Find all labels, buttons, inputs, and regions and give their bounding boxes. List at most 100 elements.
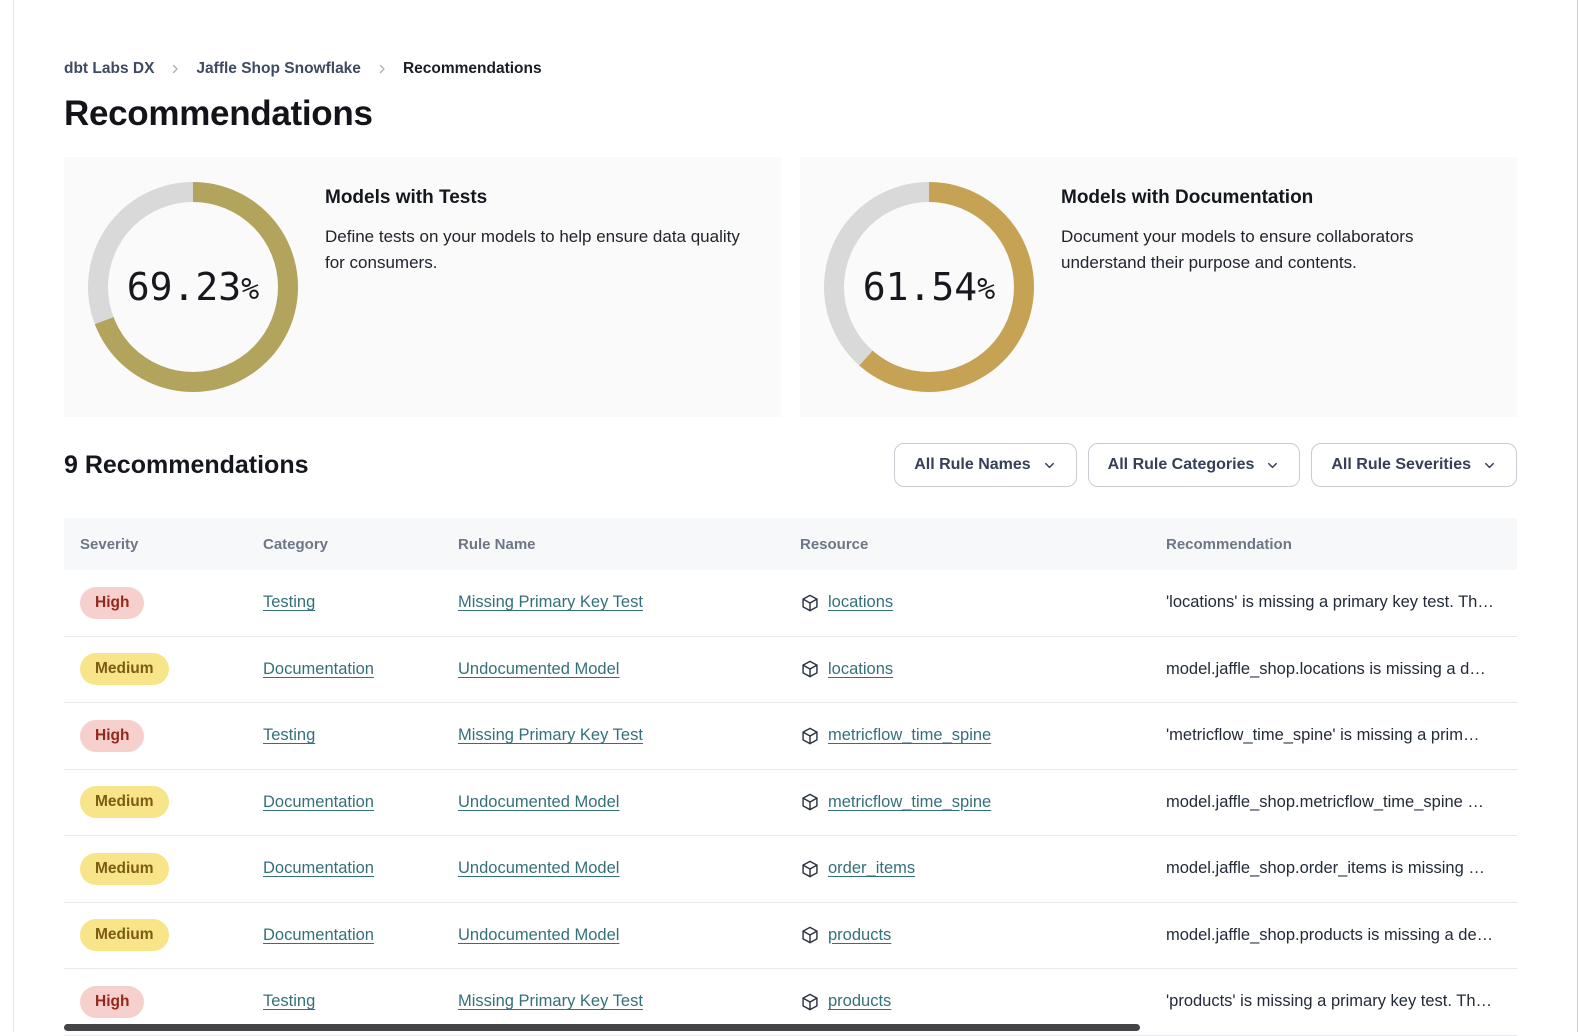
recommendation-text: model.jaffle_shop.locations is missing a… [1150, 660, 1517, 679]
card-text: Models with Documentation Document your … [1061, 187, 1493, 277]
rule-name-link[interactable]: Missing Primary Key Test [458, 726, 643, 744]
severity-cell: High [64, 986, 247, 1018]
table-body: High Testing Missing Primary Key Test lo… [64, 570, 1517, 1036]
resource-cell: order_items [784, 859, 1150, 879]
model-cube-icon [800, 992, 820, 1012]
column-header-severity: Severity [64, 536, 247, 553]
recommendation-text: model.jaffle_shop.order_items is missing… [1150, 859, 1517, 878]
column-header-rule-name: Rule Name [442, 536, 784, 553]
recommendations-table: Severity Category Rule Name Resource Rec… [64, 518, 1517, 1036]
recommendation-text: 'products' is missing a primary key test… [1150, 992, 1517, 1011]
breadcrumb-item-jaffle-shop-snowflake[interactable]: Jaffle Shop Snowflake [196, 60, 361, 78]
rule-name-cell: Missing Primary Key Test [442, 593, 784, 612]
rule-name-cell: Undocumented Model [442, 926, 784, 945]
percent-value: 61.54 [863, 265, 977, 309]
category-link[interactable]: Testing [263, 593, 315, 611]
severity-badge: High [80, 587, 144, 619]
horizontal-scrollbar-thumb[interactable] [64, 1024, 1140, 1031]
rule-categories-filter-dropdown[interactable]: All Rule Categories [1088, 443, 1301, 487]
table-row: Medium Documentation Undocumented Model … [64, 637, 1517, 704]
rule-name-cell: Undocumented Model [442, 660, 784, 679]
resource-link[interactable]: products [828, 992, 891, 1011]
models-with-tests-card: 69.23% Models with Tests Define tests on… [64, 157, 781, 417]
category-link[interactable]: Documentation [263, 926, 374, 944]
filter-label: All Rule Severities [1331, 456, 1471, 474]
resource-link[interactable]: metricflow_time_spine [828, 793, 991, 812]
rule-names-filter-dropdown[interactable]: All Rule Names [894, 443, 1076, 487]
card-text: Models with Tests Define tests on your m… [325, 187, 757, 277]
rule-name-link[interactable]: Undocumented Model [458, 926, 619, 944]
category-cell: Documentation [247, 859, 442, 878]
rule-name-link[interactable]: Missing Primary Key Test [458, 593, 643, 611]
table-row: Medium Documentation Undocumented Model … [64, 770, 1517, 837]
column-header-category: Category [247, 536, 442, 553]
table-row: Medium Documentation Undocumented Model … [64, 903, 1517, 970]
severity-cell: Medium [64, 919, 247, 951]
rule-severities-filter-dropdown[interactable]: All Rule Severities [1311, 443, 1517, 487]
breadcrumb-item-recommendations[interactable]: Recommendations [403, 60, 542, 78]
category-link[interactable]: Documentation [263, 859, 374, 877]
donut-percent-label: 69.23% [88, 182, 298, 392]
table-row: High Testing Missing Primary Key Test me… [64, 703, 1517, 770]
chevron-down-icon [1482, 458, 1497, 473]
resource-cell: products [784, 925, 1150, 945]
severity-cell: Medium [64, 653, 247, 685]
tests-donut-chart: 69.23% [88, 182, 298, 392]
resource-cell: metricflow_time_spine [784, 792, 1150, 812]
recommendations-count-title: 9 Recommendations [64, 451, 309, 480]
filter-label: All Rule Categories [1108, 456, 1255, 474]
category-cell: Testing [247, 992, 442, 1011]
category-link[interactable]: Documentation [263, 793, 374, 811]
recommendation-text: model.jaffle_shop.products is missing a … [1150, 926, 1517, 945]
breadcrumb-item-dbt-labs-dx[interactable]: dbt Labs DX [64, 60, 154, 78]
category-link[interactable]: Testing [263, 992, 315, 1010]
severity-cell: High [64, 587, 247, 619]
chevron-down-icon [1265, 458, 1280, 473]
rule-name-link[interactable]: Undocumented Model [458, 660, 619, 678]
severity-badge: Medium [80, 653, 169, 685]
chevron-right-icon [376, 63, 388, 75]
category-link[interactable]: Testing [263, 726, 315, 744]
rule-name-link[interactable]: Undocumented Model [458, 793, 619, 811]
recommendation-text: 'locations' is missing a primary key tes… [1150, 593, 1517, 612]
category-cell: Documentation [247, 660, 442, 679]
documentation-donut-chart: 61.54% [824, 182, 1034, 392]
severity-badge: Medium [80, 786, 169, 818]
table-row: High Testing Missing Primary Key Test lo… [64, 570, 1517, 637]
percent-value: 69.23 [127, 265, 241, 309]
card-title: Models with Documentation [1061, 187, 1493, 209]
filter-label: All Rule Names [914, 456, 1030, 474]
table-header-row: Severity Category Rule Name Resource Rec… [64, 518, 1517, 570]
chevron-down-icon [1042, 458, 1057, 473]
rule-name-link[interactable]: Missing Primary Key Test [458, 992, 643, 1010]
model-cube-icon [800, 925, 820, 945]
resource-link[interactable]: products [828, 926, 891, 945]
severity-badge: High [80, 720, 144, 752]
severity-cell: Medium [64, 853, 247, 885]
recommendation-text: model.jaffle_shop.metricflow_time_spine … [1150, 793, 1517, 812]
model-cube-icon [800, 792, 820, 812]
donut-percent-label: 61.54% [824, 182, 1034, 392]
recommendation-text: 'metricflow_time_spine' is missing a pri… [1150, 726, 1517, 745]
rule-name-cell: Undocumented Model [442, 793, 784, 812]
chevron-right-icon [169, 63, 181, 75]
model-cube-icon [800, 859, 820, 879]
resource-link[interactable]: locations [828, 593, 893, 612]
rule-name-link[interactable]: Undocumented Model [458, 859, 619, 877]
category-link[interactable]: Documentation [263, 660, 374, 678]
percent-suffix: % [241, 272, 259, 307]
severity-badge: High [80, 986, 144, 1018]
models-with-documentation-card: 61.54% Models with Documentation Documen… [800, 157, 1517, 417]
card-title: Models with Tests [325, 187, 757, 209]
resource-cell: locations [784, 659, 1150, 679]
resource-cell: products [784, 992, 1150, 1012]
resource-link[interactable]: metricflow_time_spine [828, 726, 991, 745]
breadcrumb: dbt Labs DX Jaffle Shop Snowflake Recomm… [64, 60, 1517, 78]
category-cell: Testing [247, 593, 442, 612]
resource-link[interactable]: locations [828, 660, 893, 679]
severity-badge: Medium [80, 919, 169, 951]
table-row: Medium Documentation Undocumented Model … [64, 836, 1517, 903]
list-header: 9 Recommendations All Rule Names All Rul… [64, 443, 1517, 487]
severity-cell: Medium [64, 786, 247, 818]
resource-link[interactable]: order_items [828, 859, 915, 878]
